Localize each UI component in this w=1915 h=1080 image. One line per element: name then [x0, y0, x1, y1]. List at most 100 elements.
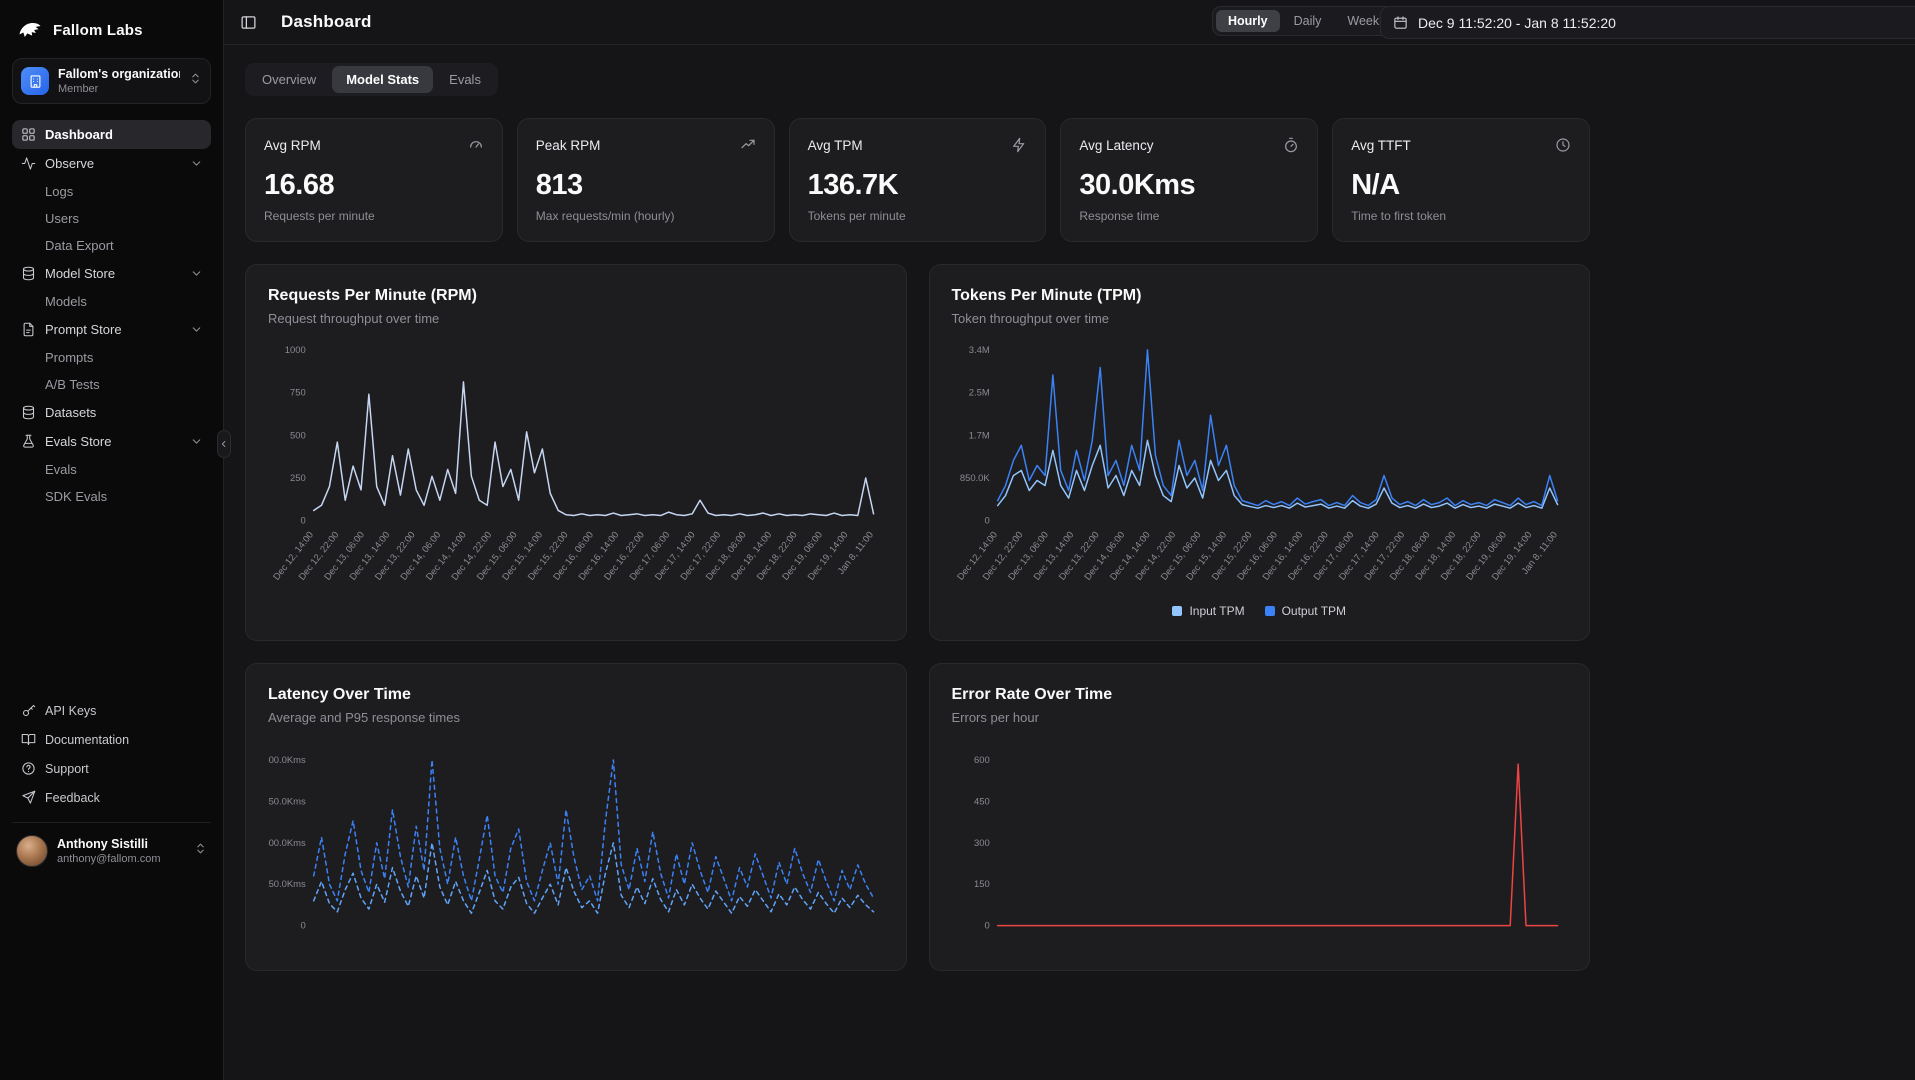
error-rate-line-chart: 0150300450600	[952, 739, 1568, 947]
flask-icon	[20, 434, 36, 449]
legend-item: Input TPM	[1172, 604, 1244, 618]
svg-text:1000: 1000	[285, 344, 306, 355]
time-granularity-segmented-control: Hourly Daily Weekly	[1212, 6, 1404, 36]
send-icon	[20, 790, 36, 805]
dashboard-content: Overview Model Stats Evals Avg RPM 16.68…	[224, 45, 1590, 971]
sidebar-item-a-b-tests[interactable]: A/B Tests	[12, 371, 211, 398]
stat-card-avg-tpm: Avg TPM 136.7K Tokens per minute	[789, 118, 1047, 242]
date-range-text: Dec 9 11:52:20 - Jan 8 11:52:20	[1418, 15, 1616, 31]
org-role: Member	[58, 83, 180, 95]
user-menu[interactable]: Anthony Sistilli anthony@fallom.com	[12, 822, 211, 871]
sidebar-item-evals[interactable]: Evals	[12, 456, 211, 483]
sidebar-item-label: Documentation	[45, 733, 129, 747]
chevrons-up-down-icon	[194, 842, 207, 860]
activity-icon	[20, 156, 36, 171]
sidebar-item-logs[interactable]: Logs	[12, 178, 211, 205]
database-icon	[20, 405, 36, 420]
grid-icon	[20, 127, 36, 142]
sidebar-item-label: Model Store	[45, 266, 115, 281]
sidebar-item-label: Prompt Store	[45, 322, 122, 337]
legend-item: Output TPM	[1265, 604, 1346, 618]
file-icon	[20, 322, 36, 337]
stat-value: 136.7K	[808, 169, 1028, 202]
stat-label: Avg RPM	[264, 138, 321, 153]
chart-title: Error Rate Over Time	[952, 686, 1568, 704]
org-switcher[interactable]: Fallom's organization Member	[12, 58, 211, 104]
stat-label: Avg TPM	[808, 138, 863, 153]
chart-subtitle: Average and P95 response times	[268, 710, 884, 725]
sidebar-item-label: Support	[45, 762, 89, 776]
svg-text:0: 0	[300, 920, 305, 931]
tab-model-stats[interactable]: Model Stats	[332, 66, 433, 93]
sidebar-item-label: Feedback	[45, 791, 100, 805]
brand-name: Fallom Labs	[53, 22, 143, 39]
rpm-line-chart: 02505007501000Dec 12, 14:00Dec 12, 22:00…	[268, 340, 884, 600]
sidebar-item-api-keys[interactable]: API Keys	[12, 696, 211, 725]
org-name: Fallom's organization	[58, 67, 180, 81]
stat-card-avg-rpm: Avg RPM 16.68 Requests per minute	[245, 118, 503, 242]
stat-card-avg-ttft: Avg TTFT N/A Time to first token	[1332, 118, 1590, 242]
sidebar-item-label: Evals Store	[45, 434, 111, 449]
chart-subtitle: Request throughput over time	[268, 311, 884, 326]
zap-icon	[1011, 137, 1027, 153]
sidebar-item-label: Datasets	[45, 405, 96, 420]
error-rate-chart-card: Error Rate Over Time Errors per hour 015…	[929, 663, 1591, 970]
sidebar-item-label: API Keys	[45, 704, 96, 718]
sidebar-item-observe[interactable]: Observe	[12, 149, 211, 178]
stat-caption: Response time	[1079, 209, 1299, 223]
chart-title: Requests Per Minute (RPM)	[268, 287, 884, 305]
sidebar-item-prompt-store[interactable]: Prompt Store	[12, 315, 211, 344]
chart-subtitle: Token throughput over time	[952, 311, 1568, 326]
rpm-chart-card: Requests Per Minute (RPM) Request throug…	[245, 264, 907, 641]
chart-subtitle: Errors per hour	[952, 710, 1568, 725]
tab-overview[interactable]: Overview	[248, 66, 330, 93]
latency-chart-card: Latency Over Time Average and P95 respon…	[245, 663, 907, 970]
sidebar-collapse-handle[interactable]	[217, 430, 231, 458]
org-meta: Fallom's organization Member	[58, 67, 180, 95]
charts-row-1: Requests Per Minute (RPM) Request throug…	[245, 264, 1590, 641]
svg-text:500: 500	[290, 429, 306, 440]
svg-text:0: 0	[984, 515, 989, 526]
sidebar-item-documentation[interactable]: Documentation	[12, 725, 211, 754]
app-root: Fallom Labs Fallom's organization Member…	[0, 0, 1915, 1080]
user-email: anthony@fallom.com	[57, 853, 185, 865]
sidebar-item-models[interactable]: Models	[12, 288, 211, 315]
svg-text:2.5M: 2.5M	[968, 387, 989, 398]
stat-value: 30.0Kms	[1079, 169, 1299, 202]
sidebar-item-evals-store[interactable]: Evals Store	[12, 427, 211, 456]
svg-text:450: 450	[973, 795, 989, 806]
sidebar-item-prompts[interactable]: Prompts	[12, 344, 211, 371]
tpm-line-chart: 0850.0K1.7M2.5M3.4MDec 12, 14:00Dec 12, …	[952, 340, 1568, 618]
sidebar-item-data-export[interactable]: Data Export	[12, 232, 211, 259]
tab-evals[interactable]: Evals	[435, 66, 495, 93]
stat-cards-row: Avg RPM 16.68 Requests per minute Peak R…	[245, 118, 1590, 242]
granularity-hourly-button[interactable]: Hourly	[1216, 10, 1280, 32]
sidebar-item-sdk-evals[interactable]: SDK Evals	[12, 483, 211, 510]
svg-text:750: 750	[290, 387, 306, 398]
gauge-icon	[468, 137, 484, 153]
user-meta: Anthony Sistilli anthony@fallom.com	[57, 837, 185, 865]
avatar	[16, 835, 48, 867]
brand-logo-row: Fallom Labs	[12, 12, 211, 58]
sidebar-nav: DashboardObserveLogsUsersData Export Mode…	[12, 120, 211, 510]
sidebar-footer-nav: API Keys Documentation Support Feedback	[12, 696, 211, 812]
sidebar-item-support[interactable]: Support	[12, 754, 211, 783]
svg-text:300.0Kms: 300.0Kms	[268, 837, 306, 848]
org-building-icon	[21, 67, 49, 95]
sidebar-item-feedback[interactable]: Feedback	[12, 783, 211, 812]
sidebar-toggle-button[interactable]	[240, 14, 257, 31]
sidebar-item-users[interactable]: Users	[12, 205, 211, 232]
sidebar-item-datasets[interactable]: Datasets	[12, 398, 211, 427]
stat-caption: Time to first token	[1351, 209, 1571, 223]
sidebar-item-dashboard[interactable]: Dashboard	[12, 120, 211, 149]
sidebar-item-model-store[interactable]: Model Store	[12, 259, 211, 288]
svg-text:150.0Kms: 150.0Kms	[268, 878, 306, 889]
svg-text:250: 250	[290, 472, 306, 483]
date-range-picker-button[interactable]: Dec 9 11:52:20 - Jan 8 11:52:20	[1380, 6, 1915, 39]
granularity-daily-button[interactable]: Daily	[1282, 10, 1334, 32]
book-icon	[20, 732, 36, 747]
stat-label: Avg TTFT	[1351, 138, 1411, 153]
database-icon	[20, 266, 36, 281]
chevrons-up-down-icon	[189, 72, 202, 90]
svg-text:0: 0	[984, 920, 989, 931]
